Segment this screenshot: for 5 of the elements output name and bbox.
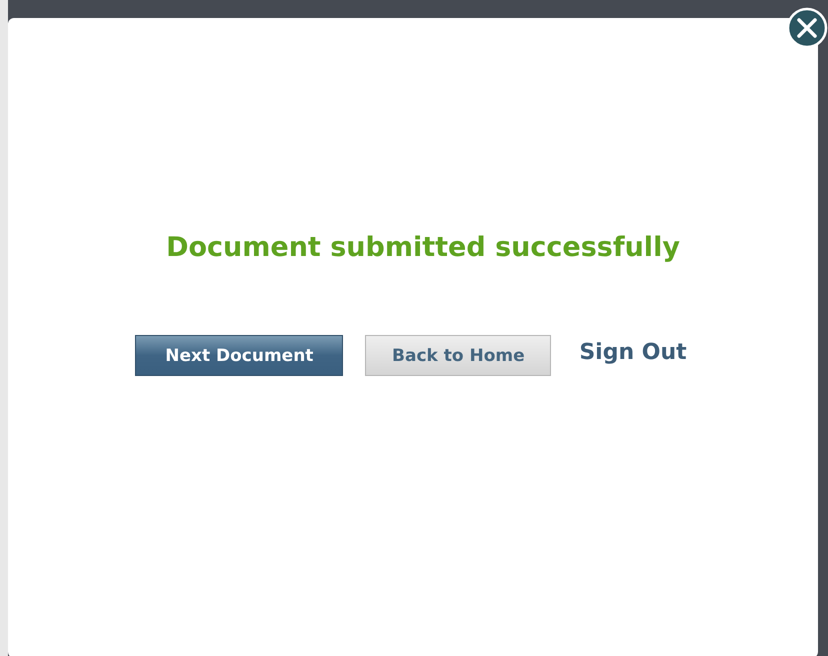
- success-message: Document submitted successfully: [166, 232, 680, 263]
- sign-out-link[interactable]: Sign Out: [573, 340, 693, 365]
- action-button[interactable]: Back to Home: [365, 335, 552, 376]
- action-button[interactable]: Next Document: [135, 335, 344, 376]
- close-icon[interactable]: [786, 7, 828, 49]
